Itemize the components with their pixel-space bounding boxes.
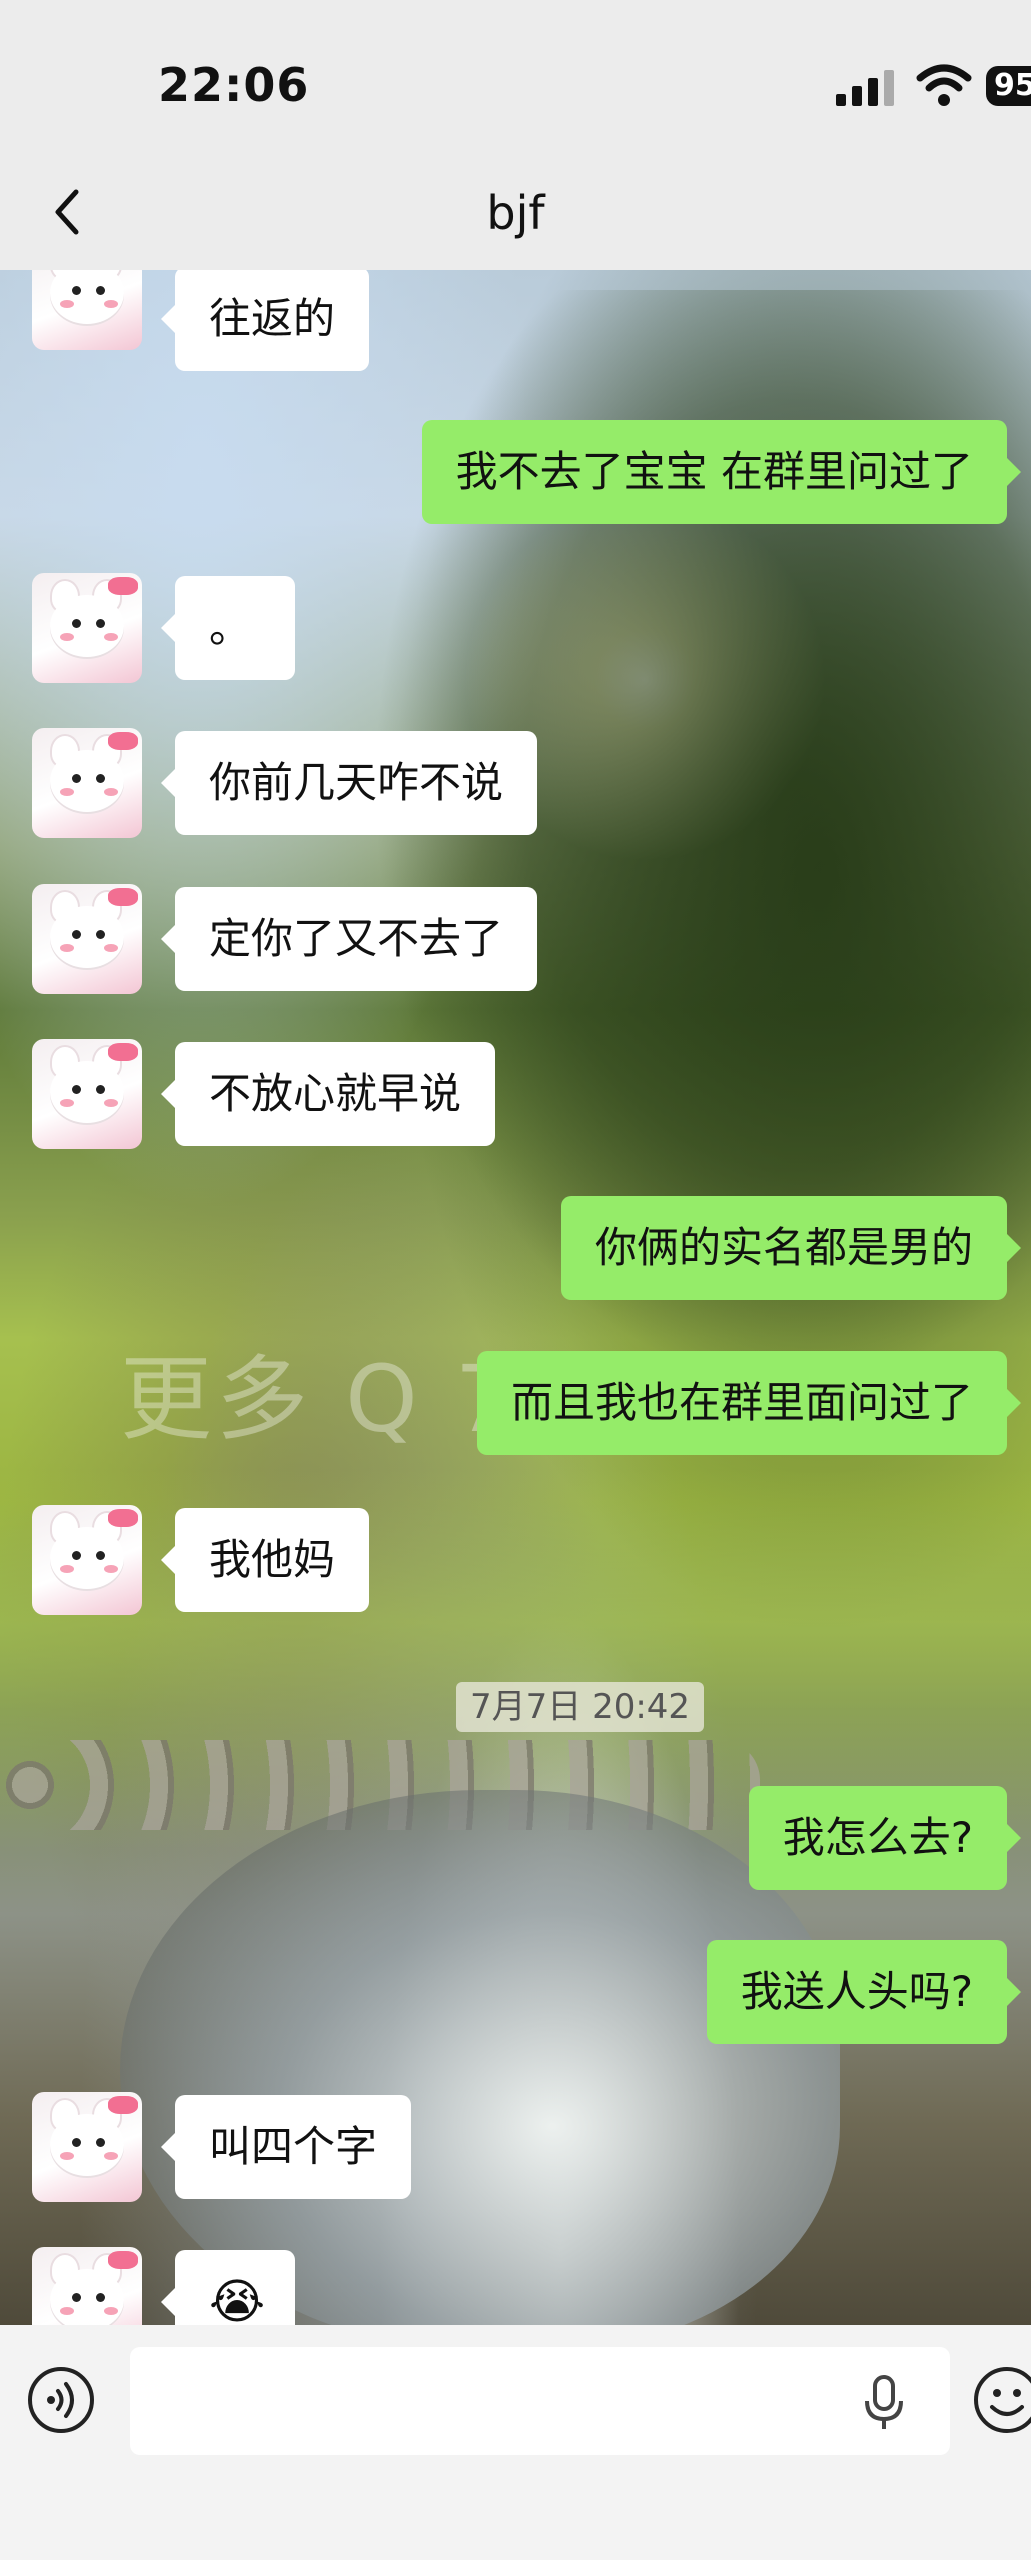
message-bubble-sent[interactable]: 而且我也在群里面问过了 [476,1351,1022,1455]
message-bubble-received[interactable]: 往返的 [160,270,370,371]
contact-avatar[interactable] [32,728,142,838]
message-bubble-received[interactable]: 。 [161,576,295,680]
voice-mode-icon[interactable] [26,2365,96,2435]
message-timestamp: 7月7日 20:42 [456,1682,705,1732]
status-bar: 22:06 95 [0,0,1031,160]
message-bubble-received[interactable]: 你前几天咋不说 [160,731,538,835]
message-bubble-received[interactable]: 叫四个字 [160,2095,412,2199]
status-time: 22:06 [158,58,310,112]
contact-avatar[interactable] [32,270,142,350]
emoji-icon[interactable] [972,2365,1031,2435]
chat-title: bjf [486,186,545,240]
contact-avatar[interactable] [32,884,142,994]
contact-avatar[interactable] [32,2247,142,2325]
contact-avatar[interactable] [32,1039,142,1149]
message-bubble-sent[interactable]: 我怎么去? [748,1786,1022,1890]
message-bubble-sent[interactable]: 我送人头吗? [706,1940,1022,2044]
battery-icon: 95 [986,66,1031,106]
contact-avatar[interactable] [32,573,142,683]
message-bubble-received[interactable]: 😭 [161,2250,295,2325]
nav-bar: bjf [0,160,1031,270]
signal-icon [836,70,894,106]
message-bubble-sent[interactable]: 我不去了宝宝 在群里问过了 [421,420,1022,524]
contact-avatar[interactable] [32,2092,142,2202]
message-input[interactable] [130,2347,950,2455]
background-pond [120,1790,840,2325]
message-bubble-sent[interactable]: 你俩的实名都是男的 [560,1196,1022,1300]
wifi-icon [916,64,972,106]
contact-avatar[interactable] [32,1505,142,1615]
chat-area[interactable]: 更多 Q 77cg.cn 往返的 我不去了宝宝 在群里问过了 。 你前几天咋不说… [0,270,1031,2325]
message-bubble-received[interactable]: 定你了又不去了 [160,887,538,991]
microphone-icon[interactable] [862,2375,906,2431]
message-bubble-received[interactable]: 不放心就早说 [160,1042,496,1146]
message-bubble-received[interactable]: 我他妈 [160,1508,370,1612]
input-bar [0,2325,1031,2560]
